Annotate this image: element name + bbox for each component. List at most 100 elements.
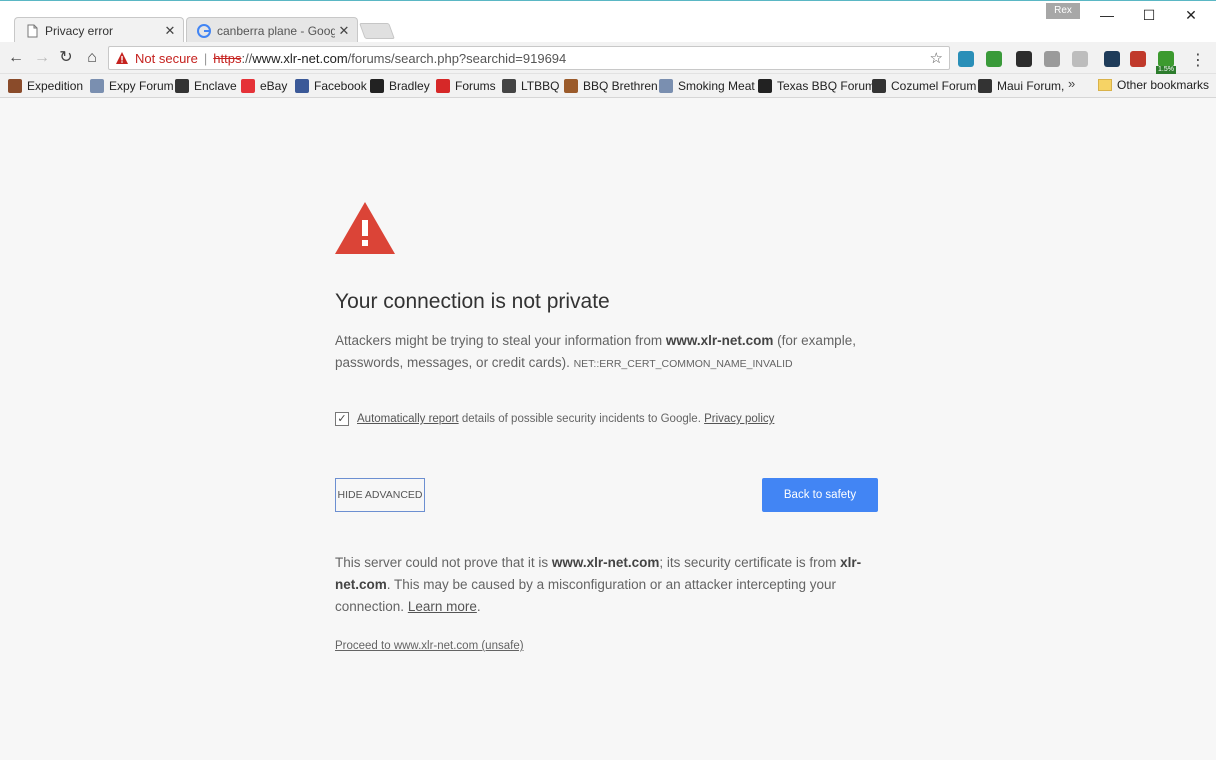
- close-window-button[interactable]: ✕: [1176, 5, 1206, 25]
- details-text: ; its security certificate is from: [659, 555, 841, 570]
- bookmark-item[interactable]: Maui Forum,: [978, 78, 1064, 94]
- page-title: Your connection is not private: [335, 290, 610, 313]
- google-icon: [197, 23, 211, 38]
- extension-8-icon[interactable]: [1158, 51, 1174, 67]
- not-secure-label[interactable]: Not secure: [135, 51, 198, 66]
- extension-7-icon[interactable]: [1130, 51, 1146, 67]
- report-checkbox[interactable]: ✓: [335, 412, 349, 426]
- bookmark-favicon-icon: [8, 79, 22, 93]
- other-bookmarks[interactable]: Other bookmarks: [1098, 78, 1209, 92]
- bookmark-item[interactable]: Expy Forum: [90, 78, 174, 94]
- main-message: Attackers might be trying to steal your …: [335, 330, 880, 375]
- bookmark-label: Expy Forum: [109, 79, 174, 93]
- bookmark-item[interactable]: BBQ Brethren: [564, 78, 658, 94]
- extension-1-icon[interactable]: [958, 51, 974, 67]
- bookmark-item[interactable]: LTBBQ: [502, 78, 559, 94]
- report-text: details of possible security incidents t…: [458, 413, 705, 425]
- url-scheme-rest: ://: [241, 50, 253, 66]
- url-host: www.xlr-net.com: [252, 50, 348, 66]
- bookmark-favicon-icon: [978, 79, 992, 93]
- minimize-button[interactable]: —: [1092, 5, 1122, 25]
- bookmark-label: Forums: [455, 79, 496, 93]
- bookmark-item[interactable]: Smoking Meat: [659, 78, 755, 94]
- interstitial-page: Your connection is not private Attackers…: [0, 98, 1216, 760]
- tab-privacy-error[interactable]: Privacy error ✕: [14, 17, 184, 43]
- back-to-safety-button[interactable]: Back to safety: [762, 478, 878, 512]
- bookmark-item[interactable]: Enclave: [175, 78, 237, 94]
- bookmark-label: BBQ Brethren: [583, 79, 658, 93]
- details-host: www.xlr-net.com: [551, 555, 660, 570]
- profile-button[interactable]: Rex: [1046, 3, 1080, 19]
- bookmark-favicon-icon: [90, 79, 104, 93]
- bookmark-item[interactable]: Texas BBQ Forum: [758, 78, 875, 94]
- page-icon: [27, 24, 38, 37]
- extension-4-icon[interactable]: [1044, 51, 1060, 67]
- bookmark-label: Bradley: [389, 79, 430, 93]
- bookmark-item[interactable]: eBay: [241, 78, 287, 94]
- bookmark-label: Maui Forum,: [997, 79, 1065, 93]
- url-path: /forums/search.php?searchid=919694: [347, 50, 567, 66]
- bookmark-label: Cozumel Forum: [891, 79, 977, 93]
- warning-icon: [116, 52, 128, 64]
- extension-badge: 1.5%: [1156, 66, 1176, 74]
- menu-icon[interactable]: ⋮: [1188, 50, 1208, 70]
- bookmark-label: LTBBQ: [521, 79, 560, 93]
- bookmark-item[interactable]: Cozumel Forum: [872, 78, 976, 94]
- bookmark-favicon-icon: [659, 79, 673, 93]
- address-bar[interactable]: Not secure | https://www.xlr-net.com/for…: [108, 46, 950, 70]
- tab-title: Privacy error: [45, 23, 114, 38]
- folder-icon: [1098, 79, 1112, 91]
- bookmark-favicon-icon: [175, 79, 189, 93]
- bookmark-favicon-icon: [758, 79, 772, 93]
- bookmark-label: Smoking Meat: [678, 79, 755, 93]
- url-scheme: https: [213, 50, 242, 66]
- warning-triangle-icon: [335, 202, 395, 254]
- bookmark-star-icon[interactable]: ☆: [930, 49, 943, 67]
- bookmark-item[interactable]: Expedition: [8, 78, 83, 94]
- extension-6-icon[interactable]: [1104, 51, 1120, 67]
- reload-icon[interactable]: ↻: [56, 48, 76, 68]
- bookmark-favicon-icon: [502, 79, 516, 93]
- message-host: www.xlr-net.com: [665, 333, 774, 348]
- bookmark-favicon-icon: [295, 79, 309, 93]
- new-tab-button[interactable]: [359, 23, 395, 39]
- tab-close-icon[interactable]: ✕: [335, 23, 353, 39]
- separator: |: [203, 50, 208, 66]
- bookmark-label: Texas BBQ Forum: [777, 79, 876, 93]
- extension-2-icon[interactable]: [986, 51, 1002, 67]
- back-icon[interactable]: ←: [6, 48, 26, 68]
- learn-more-link[interactable]: Learn more: [408, 599, 477, 614]
- home-icon[interactable]: ⌂: [82, 48, 102, 68]
- tab-canberra-plane[interactable]: canberra plane - Google ✕: [186, 17, 358, 43]
- bookmark-favicon-icon: [436, 79, 450, 93]
- error-code: NET::ERR_CERT_COMMON_NAME_INVALID: [573, 358, 793, 370]
- bookmark-favicon-icon: [370, 79, 384, 93]
- report-row: ✓ Automatically report details of possib…: [335, 412, 880, 426]
- report-link[interactable]: Automatically report: [357, 413, 459, 425]
- extension-3-icon[interactable]: [1016, 51, 1032, 67]
- maximize-button[interactable]: ☐: [1134, 5, 1164, 25]
- forward-icon[interactable]: →: [32, 48, 52, 68]
- bookmark-label: Enclave: [194, 79, 237, 93]
- message-text: Attackers might be trying to steal your …: [335, 333, 666, 348]
- bookmarks-overflow-icon[interactable]: »: [1068, 76, 1075, 91]
- bookmark-label: Expedition: [27, 79, 84, 93]
- bookmark-item[interactable]: Forums: [436, 78, 496, 94]
- bookmark-favicon-icon: [872, 79, 886, 93]
- bookmark-label: eBay: [260, 79, 288, 93]
- title-bar: Privacy error ✕ canberra plane - Google …: [0, 0, 1216, 43]
- bookmark-item[interactable]: Facebook: [295, 78, 367, 94]
- other-bookmarks-label: Other bookmarks: [1117, 78, 1210, 92]
- extension-5-icon[interactable]: [1072, 51, 1088, 67]
- bookmark-label: Facebook: [314, 79, 367, 93]
- bookmark-favicon-icon: [564, 79, 578, 93]
- details-text: .: [476, 599, 481, 614]
- privacy-policy-link[interactable]: Privacy policy: [704, 413, 774, 425]
- tab-close-icon[interactable]: ✕: [161, 23, 179, 39]
- proceed-unsafe-link[interactable]: Proceed to www.xlr-net.com (unsafe): [335, 640, 524, 652]
- hide-advanced-button[interactable]: HIDE ADVANCED: [335, 478, 425, 512]
- toolbar: ← → ↻ ⌂ Not secure | https://www.xlr-net…: [0, 42, 1216, 74]
- details-message: This server could not prove that it is w…: [335, 552, 880, 618]
- bookmarks-bar: » Other bookmarks Expedition Expy Forum En…: [0, 74, 1216, 98]
- bookmark-item[interactable]: Bradley: [370, 78, 430, 94]
